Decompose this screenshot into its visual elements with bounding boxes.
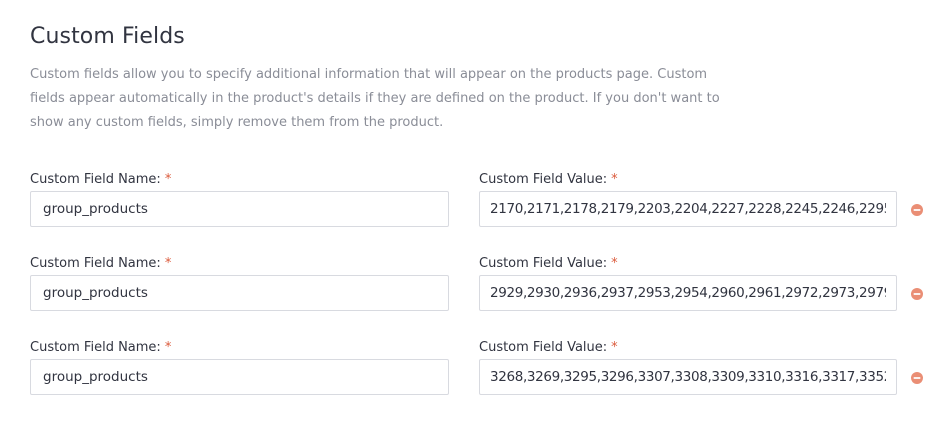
custom-field-name-label-text: Custom Field Name: xyxy=(30,256,161,271)
custom-field-value-input[interactable] xyxy=(479,359,897,395)
custom-fields-panel: Custom Fields Custom fields allow you to… xyxy=(0,0,947,422)
custom-field-name-label-text: Custom Field Name: xyxy=(30,340,161,355)
custom-field-value-label: Custom Field Value: * xyxy=(479,171,618,189)
custom-field-name-label-text: Custom Field Name: xyxy=(30,172,161,187)
custom-field-value-label-text: Custom Field Value: xyxy=(479,172,608,187)
remove-custom-field-button[interactable] xyxy=(910,203,924,217)
required-marker: * xyxy=(611,256,618,271)
custom-field-name-label: Custom Field Name: * xyxy=(30,339,171,357)
section-description: Custom fields allow you to specify addit… xyxy=(30,67,720,130)
custom-field-name-input[interactable] xyxy=(30,359,449,395)
required-marker: * xyxy=(164,256,172,271)
custom-field-value-label: Custom Field Value: * xyxy=(479,255,618,273)
custom-field-name-input[interactable] xyxy=(30,191,449,227)
custom-field-name-input[interactable] xyxy=(30,275,449,311)
required-marker: * xyxy=(164,340,172,355)
custom-field-row: Custom Field Name:* Custom Field Value:* xyxy=(0,339,947,399)
remove-custom-field-button[interactable] xyxy=(910,287,924,301)
custom-field-name-label: Custom Field Name: * xyxy=(30,171,171,189)
custom-field-name-label: Custom Field Name: * xyxy=(30,255,171,273)
custom-field-value-label-text: Custom Field Value: xyxy=(479,256,608,271)
custom-field-value-label-text: Custom Field Value: xyxy=(479,340,608,355)
custom-field-row: Custom Field Name:* Custom Field Value:* xyxy=(0,171,947,231)
required-marker: * xyxy=(164,172,172,187)
custom-field-value-label: Custom Field Value: * xyxy=(479,339,618,357)
remove-custom-field-button[interactable] xyxy=(910,371,924,385)
required-marker: * xyxy=(611,172,618,187)
minus-circle-icon xyxy=(911,204,923,216)
custom-field-value-input[interactable] xyxy=(479,191,897,227)
minus-circle-icon xyxy=(911,372,923,384)
custom-field-row: Custom Field Name:* Custom Field Value:* xyxy=(0,255,947,315)
minus-circle-icon xyxy=(911,288,923,300)
section-title: Custom Fields xyxy=(30,24,185,49)
custom-field-value-input[interactable] xyxy=(479,275,897,311)
required-marker: * xyxy=(611,340,618,355)
